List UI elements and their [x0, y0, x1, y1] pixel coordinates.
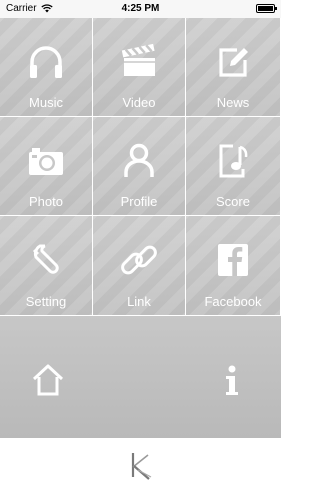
tile-profile[interactable]: Profile	[93, 117, 186, 216]
tile-score[interactable]: Score	[186, 117, 281, 216]
logo-mark	[131, 453, 152, 480]
wrench-icon	[32, 244, 59, 274]
bottom-bar	[0, 316, 281, 438]
facebook-icon	[218, 244, 248, 276]
tile-label: Setting	[25, 294, 67, 309]
status-time: 4:25 PM	[121, 3, 160, 14]
tile-label: Link	[127, 294, 151, 309]
menu-grid: Music Video News Photo Profile Score Set…	[0, 18, 281, 316]
camera-icon	[29, 148, 63, 175]
tile-setting[interactable]: Setting	[0, 216, 93, 316]
headphones-icon	[30, 46, 62, 78]
tile-label: News	[216, 95, 250, 110]
clapperboard-icon	[121, 43, 155, 76]
tile-news[interactable]: News	[186, 18, 281, 117]
home-icon[interactable]	[30, 362, 66, 398]
tile-label: Photo	[29, 194, 63, 209]
info-icon[interactable]	[218, 362, 246, 398]
tile-label: Facebook	[204, 294, 262, 309]
link-icon	[121, 245, 157, 275]
tile-link[interactable]: Link	[93, 216, 186, 316]
tile-music[interactable]: Music	[0, 18, 93, 117]
tile-label: Profile	[120, 194, 158, 209]
tile-label: Video	[122, 95, 156, 110]
status-bar: Carrier 4:25 PM	[0, 0, 281, 18]
music-note-icon	[219, 144, 248, 178]
edit-icon	[219, 48, 248, 77]
tile-label: Score	[216, 194, 250, 209]
battery-icon	[256, 4, 277, 13]
tile-label: Music	[29, 95, 63, 110]
user-icon	[124, 143, 154, 177]
app-screen: Carrier 4:25 PM Music Video News Photo P…	[0, 0, 281, 500]
tile-facebook[interactable]: Facebook	[186, 216, 281, 316]
tile-photo[interactable]: Photo	[0, 117, 93, 216]
tile-video[interactable]: Video	[93, 18, 186, 117]
